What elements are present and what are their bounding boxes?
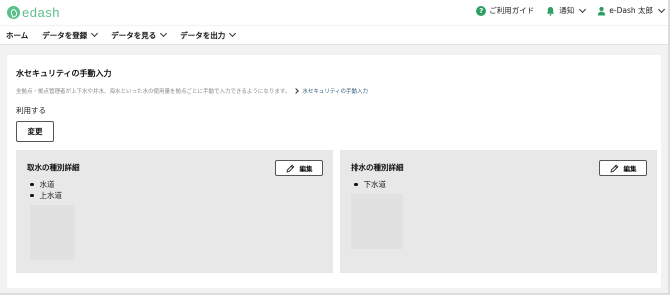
- discharge-type-card: 排水の種別詳細 編集 下水道: [340, 150, 657, 273]
- card-title: 排水の種別詳細: [351, 163, 404, 172]
- list-item: 下水道: [354, 179, 386, 190]
- type-list: 下水道: [354, 179, 386, 190]
- edit-button-label: 編集: [299, 166, 313, 173]
- help-guide-label: ご利用ガイド: [489, 6, 535, 15]
- help-icon: ?: [476, 5, 487, 16]
- list-item-label: 上水道: [39, 191, 63, 200]
- description-link[interactable]: 水セキュリティの手動入力: [293, 87, 369, 95]
- nav-item-export-data[interactable]: データを出力: [180, 29, 237, 41]
- edit-button[interactable]: 編集: [599, 160, 647, 176]
- description-link-label: 水セキュリティの手動入力: [302, 89, 369, 95]
- chevron-down-icon: [91, 29, 99, 38]
- usage-status: 利用する: [16, 106, 46, 115]
- page-title: 水セキュリティの手動入力: [16, 69, 112, 78]
- chevron-right-icon: [293, 88, 300, 94]
- type-list: 水道 上水道: [30, 179, 62, 201]
- page-description: 全拠点・拠点管理者が上下水や井水、海水といった水の使用量を拠点ごとに手動で入力で…: [16, 87, 368, 95]
- change-button[interactable]: 変更: [16, 121, 54, 142]
- list-item-label: 水道: [39, 180, 55, 189]
- notification-menu[interactable]: 通知: [546, 5, 587, 16]
- placeholder-block: [351, 194, 403, 249]
- bell-icon: [547, 6, 555, 16]
- edit-button[interactable]: 編集: [275, 160, 323, 176]
- list-item: 水道: [30, 179, 62, 190]
- help-guide-link[interactable]: ? ご利用ガイド: [476, 5, 534, 16]
- chevron-down-icon: [229, 29, 237, 38]
- edash-logo-icon: [7, 6, 20, 19]
- bullet: [30, 193, 34, 198]
- logo[interactable]: edash: [7, 5, 60, 20]
- edit-button-label: 編集: [623, 166, 637, 173]
- list-item-label: 下水道: [363, 180, 387, 189]
- description-text: 全拠点・拠点管理者が上下水や井水、海水といった水の使用量を拠点ごとに手動で入力で…: [16, 89, 291, 95]
- nav-item-label: データを出力: [180, 30, 226, 40]
- nav-item-label: データを見る: [111, 30, 157, 40]
- nav-item-home[interactable]: ホーム: [6, 30, 28, 41]
- user-icon: [597, 6, 606, 15]
- intake-type-card: 取水の種別詳細 編集 水道 上水道: [16, 150, 333, 273]
- list-item: 上水道: [30, 190, 62, 201]
- nav-item-register-data[interactable]: データを登録: [42, 29, 99, 41]
- pencil-icon: [610, 164, 618, 172]
- chevron-down-icon: [657, 5, 666, 13]
- logo-text: edash: [22, 5, 60, 20]
- user-menu[interactable]: e-Dash 太郎: [597, 5, 666, 16]
- user-name: e-Dash 太郎: [609, 6, 653, 15]
- chevron-down-icon: [160, 29, 168, 38]
- nav-item-view-data[interactable]: データを見る: [111, 29, 168, 41]
- header-actions: ? ご利用ガイド 通知 e-Dash 太郎: [464, 5, 666, 16]
- main-nav: ホーム データを登録 データを見る データを出力: [0, 26, 668, 45]
- card-title: 取水の種別詳細: [27, 163, 80, 172]
- notification-label: 通知: [559, 6, 575, 15]
- nav-item-label: データを登録: [42, 30, 88, 40]
- chevron-down-icon: [579, 5, 587, 13]
- placeholder-block: [30, 205, 75, 260]
- bullet: [354, 182, 358, 187]
- nav-item-label: ホーム: [6, 30, 29, 40]
- settings-panel: 水セキュリティの手動入力 全拠点・拠点管理者が上下水や井水、海水といった水の使用…: [7, 55, 661, 288]
- pencil-icon: [286, 164, 294, 172]
- app-window: edash ? ご利用ガイド 通知 e-Dash 太郎 ホーム データを登録 デ…: [0, 0, 668, 293]
- top-header: edash ? ご利用ガイド 通知 e-Dash 太郎: [0, 0, 668, 25]
- bullet: [30, 182, 34, 187]
